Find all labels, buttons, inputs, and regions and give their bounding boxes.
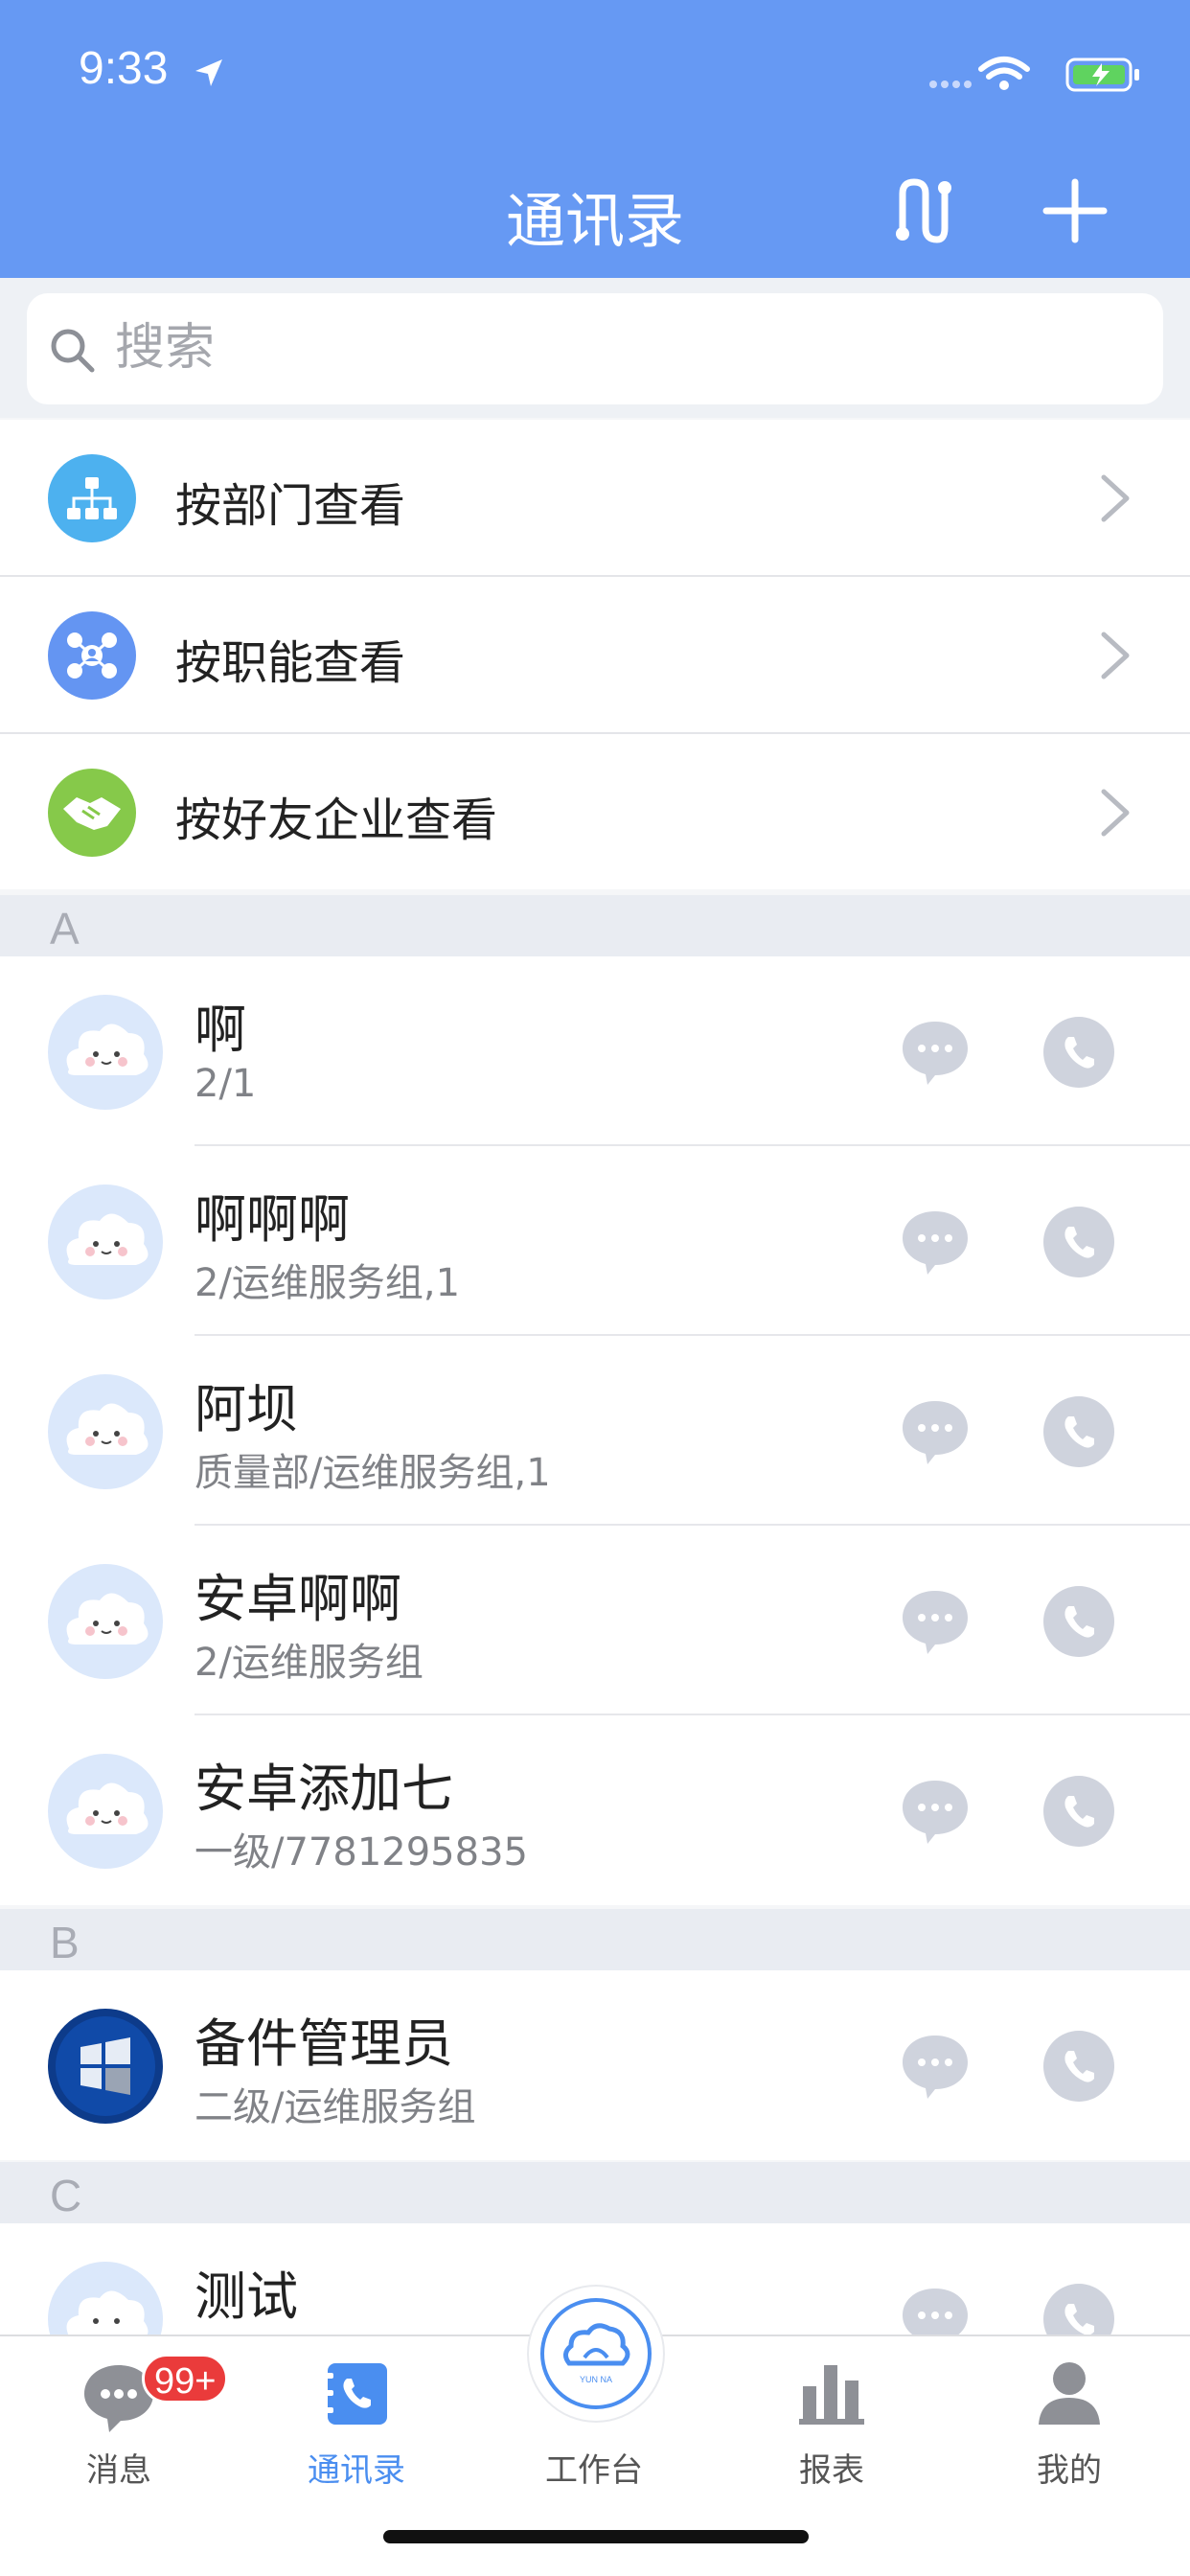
contact-name: 备件管理员 xyxy=(195,2013,453,2074)
message-icon[interactable] xyxy=(899,1395,972,1468)
cloud-avatar xyxy=(48,1564,163,1679)
contact-row[interactable]: 啊啊啊 2/运维服务组,1 xyxy=(0,1146,1190,1336)
page-title: 通讯录 xyxy=(505,186,684,256)
tab-messages[interactable]: 99+ 消息 xyxy=(0,2336,238,2509)
contacts-book-icon xyxy=(324,2363,387,2425)
contact-name: 啊 xyxy=(195,1000,246,1060)
section-letter: C xyxy=(50,2171,82,2220)
chevron-right-icon xyxy=(1101,632,1130,679)
contact-name: 啊啊啊 xyxy=(195,1189,350,1250)
windows-avatar xyxy=(48,2009,163,2124)
tab-label: 工作台 xyxy=(545,2451,643,2490)
menu-by-partner-company[interactable]: 按好友企业查看 xyxy=(0,734,1190,889)
menu-label-function: 按职能查看 xyxy=(175,636,406,690)
cloud-avatar xyxy=(48,1184,163,1300)
logo-text: YUN NA xyxy=(580,2375,612,2384)
contact-row[interactable]: 阿坝 质量部/运维服务组,1 xyxy=(0,1336,1190,1526)
cloud-logo-icon: YUN NA xyxy=(540,2298,652,2409)
phone-icon[interactable] xyxy=(1042,2030,1115,2103)
location-arrow-icon xyxy=(195,59,222,86)
message-icon[interactable] xyxy=(899,1016,972,1089)
contact-row[interactable]: 啊 2/1 xyxy=(0,956,1190,1146)
section-letter: B xyxy=(50,1918,80,1967)
unread-badge: 99+ xyxy=(142,2354,229,2404)
phone-icon[interactable] xyxy=(1042,1016,1115,1089)
chevron-right-icon xyxy=(1101,789,1130,837)
message-icon[interactable] xyxy=(899,2030,972,2103)
cloud-avatar xyxy=(48,1754,163,1869)
menu-by-department[interactable]: 按部门查看 xyxy=(0,420,1190,575)
contact-name: 测试 xyxy=(195,2266,298,2327)
contact-row[interactable]: 安卓啊啊 2/运维服务组 xyxy=(0,1526,1190,1715)
chevron-right-icon xyxy=(1101,474,1130,522)
org-chart-icon xyxy=(48,454,136,542)
menu-label-partner: 按好友企业查看 xyxy=(175,794,498,847)
tab-label: 我的 xyxy=(1037,2451,1102,2490)
tab-label: 消息 xyxy=(86,2451,151,2490)
contact-row[interactable]: 备件管理员 二级/运维服务组 xyxy=(0,1970,1190,2160)
tab-contacts[interactable]: 通讯录 xyxy=(238,2336,475,2509)
message-icon[interactable] xyxy=(899,1585,972,1658)
phone-icon[interactable] xyxy=(1042,1585,1115,1658)
route-icon[interactable] xyxy=(885,172,962,249)
tab-workbench[interactable]: YUN NA 工作台 xyxy=(475,2294,713,2509)
contact-name: 阿坝 xyxy=(195,1379,298,1439)
contact-dept: 2/1 xyxy=(195,1062,257,1106)
contact-row[interactable]: 安卓添加七 一级/7781295835 xyxy=(0,1715,1190,1905)
message-icon[interactable] xyxy=(899,1206,972,1278)
tab-label: 通讯录 xyxy=(308,2451,405,2490)
contact-dept: 二级/运维服务组 xyxy=(195,2085,476,2129)
cloud-avatar xyxy=(48,995,163,1110)
cloud-avatar xyxy=(48,1374,163,1489)
top-header: 9:33 通讯录 xyxy=(0,0,1190,278)
phone-icon[interactable] xyxy=(1042,1775,1115,1848)
bar-chart-icon xyxy=(799,2365,864,2425)
person-icon xyxy=(1039,2362,1100,2425)
tab-label: 报表 xyxy=(799,2451,864,2490)
search-box[interactable] xyxy=(27,293,1163,404)
search-icon xyxy=(51,329,95,373)
add-icon[interactable] xyxy=(1037,172,1113,249)
handshake-icon xyxy=(48,769,136,857)
contact-name: 安卓添加七 xyxy=(195,1759,453,1819)
section-header-b: B xyxy=(0,1909,1190,1970)
function-network-icon xyxy=(48,611,136,700)
workbench-button[interactable]: YUN NA xyxy=(537,2294,655,2413)
home-indicator xyxy=(383,2530,809,2543)
tab-reports[interactable]: 报表 xyxy=(713,2336,950,2509)
search-input[interactable] xyxy=(115,314,1073,381)
contact-dept: 2/运维服务组,1 xyxy=(195,1261,461,1305)
contact-dept: 一级/7781295835 xyxy=(195,1830,528,1874)
contact-dept: 质量部/运维服务组,1 xyxy=(195,1451,551,1495)
section-header-c: C xyxy=(0,2162,1190,2223)
status-time: 9:33 xyxy=(79,43,169,94)
contact-dept: 2/运维服务组 xyxy=(195,1641,423,1685)
tab-mine[interactable]: 我的 xyxy=(950,2336,1188,2509)
search-bar xyxy=(0,278,1190,418)
contact-name: 安卓啊啊 xyxy=(195,1569,401,1629)
section-letter: A xyxy=(50,904,80,954)
message-icon[interactable] xyxy=(899,1775,972,1848)
section-header-a: A xyxy=(0,895,1190,956)
menu-by-function[interactable]: 按职能查看 xyxy=(0,577,1190,732)
menu-label-department: 按部门查看 xyxy=(175,479,406,533)
phone-icon[interactable] xyxy=(1042,1395,1115,1468)
status-bar-icons xyxy=(929,57,1139,92)
phone-icon[interactable] xyxy=(1042,1206,1115,1278)
